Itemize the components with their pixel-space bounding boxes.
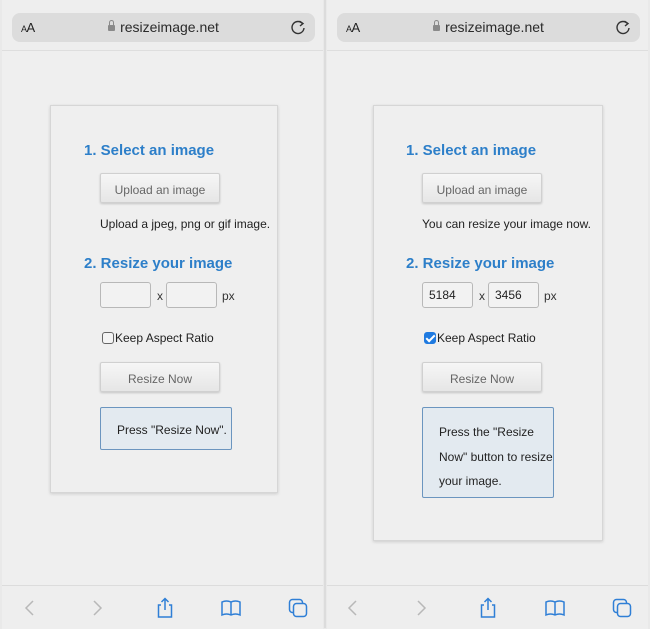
height-input[interactable] bbox=[488, 282, 539, 308]
url-text: resizeimage.net bbox=[120, 19, 219, 35]
chevron-left-icon[interactable] bbox=[19, 597, 41, 619]
checkbox-unchecked[interactable] bbox=[102, 332, 114, 344]
width-input[interactable] bbox=[422, 282, 473, 308]
step2-title: 2. Resize your image bbox=[406, 255, 555, 272]
step1-title: 1. Select an image bbox=[84, 142, 215, 159]
browser-toolbar bbox=[2, 585, 323, 629]
phone-screen-after: AA resizeimage.net 1. Select an image Up… bbox=[327, 0, 648, 629]
keep-aspect-ratio-checkbox[interactable]: Keep Aspect Ratio bbox=[102, 331, 214, 345]
status-message-line: your image. bbox=[439, 474, 502, 488]
status-message-line: Now" button to resize bbox=[439, 449, 553, 464]
resize-card: 1. Select an image Upload an image Uploa… bbox=[50, 105, 278, 493]
book-icon[interactable] bbox=[544, 597, 566, 619]
height-input[interactable] bbox=[166, 282, 217, 308]
resize-now-button[interactable]: Resize Now bbox=[100, 362, 220, 392]
tabs-icon[interactable] bbox=[287, 597, 309, 619]
keep-aspect-ratio-checkbox[interactable]: Keep Aspect Ratio bbox=[424, 331, 536, 345]
reload-icon[interactable] bbox=[614, 18, 632, 36]
status-message-text: Press "Resize Now". bbox=[117, 423, 227, 437]
url-display[interactable]: resizeimage.net bbox=[337, 19, 640, 35]
reload-icon[interactable] bbox=[289, 18, 307, 36]
status-message-line: Press the "Resize bbox=[439, 425, 534, 439]
tabs-icon[interactable] bbox=[611, 597, 633, 619]
url-display[interactable]: resizeimage.net bbox=[12, 19, 315, 35]
screen-divider bbox=[324, 0, 326, 628]
resize-now-button[interactable]: Resize Now bbox=[422, 362, 542, 392]
chevron-right-icon[interactable] bbox=[410, 597, 432, 619]
chevron-left-icon[interactable] bbox=[342, 597, 364, 619]
step1-title: 1. Select an image bbox=[406, 142, 537, 159]
keep-aspect-ratio-label: Keep Aspect Ratio bbox=[437, 331, 536, 345]
times-label: x bbox=[479, 289, 485, 303]
page-content: 1. Select an image Upload an image You c… bbox=[327, 51, 648, 585]
px-label: px bbox=[544, 289, 557, 303]
upload-note: Upload a jpeg, png or gif image. bbox=[100, 217, 271, 231]
checkbox-checked[interactable] bbox=[424, 332, 436, 344]
resize-card: 1. Select an image Upload an image You c… bbox=[373, 105, 603, 541]
width-input[interactable] bbox=[100, 282, 151, 308]
address-bar[interactable]: AA resizeimage.net bbox=[12, 13, 315, 42]
address-bar[interactable]: AA resizeimage.net bbox=[337, 13, 640, 42]
page-content: 1. Select an image Upload an image Uploa… bbox=[2, 51, 323, 585]
lock-icon bbox=[433, 20, 441, 31]
upload-image-button[interactable]: Upload an image bbox=[100, 173, 220, 203]
browser-toolbar bbox=[327, 585, 648, 629]
status-message: Press the "Resize Now" button to resize … bbox=[422, 407, 554, 498]
step2-title: 2. Resize your image bbox=[84, 255, 233, 272]
upload-image-button[interactable]: Upload an image bbox=[422, 173, 542, 203]
upload-note: You can resize your image now. bbox=[422, 217, 591, 231]
phone-screen-before: AA resizeimage.net 1. Select an image Up… bbox=[2, 0, 323, 629]
share-icon[interactable] bbox=[477, 597, 499, 619]
book-icon[interactable] bbox=[220, 597, 242, 619]
address-area: AA resizeimage.net bbox=[2, 0, 323, 51]
address-area: AA resizeimage.net bbox=[327, 0, 648, 51]
times-label: x bbox=[157, 289, 163, 303]
chevron-right-icon[interactable] bbox=[86, 597, 108, 619]
lock-icon bbox=[108, 20, 116, 31]
keep-aspect-ratio-label: Keep Aspect Ratio bbox=[115, 331, 214, 345]
status-message: Press "Resize Now". bbox=[100, 407, 232, 450]
px-label: px bbox=[222, 289, 235, 303]
url-text: resizeimage.net bbox=[445, 19, 544, 35]
share-icon[interactable] bbox=[154, 597, 176, 619]
